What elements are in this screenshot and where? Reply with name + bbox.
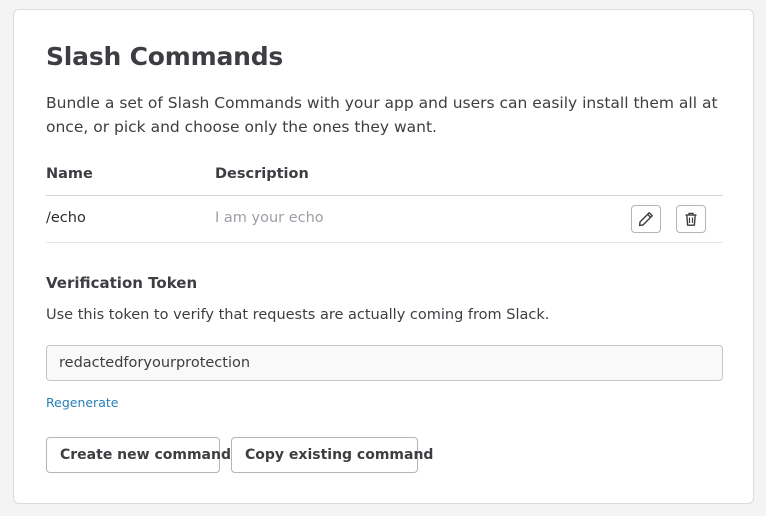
pencil-icon: [638, 211, 654, 227]
column-header-description: Description: [215, 166, 309, 182]
trash-icon: [683, 211, 699, 227]
table-header: Name Description: [46, 160, 723, 196]
delete-command-button[interactable]: [676, 205, 706, 233]
verification-token-title: Verification Token: [46, 274, 198, 292]
section-description: Bundle a set of Slash Commands with your…: [46, 94, 718, 136]
column-header-name: Name: [46, 166, 93, 182]
edit-command-button[interactable]: [631, 205, 661, 233]
command-description: I am your echo: [215, 210, 324, 226]
page-title: Slash Commands: [46, 42, 284, 71]
copy-existing-command-button[interactable]: Copy existing command: [231, 437, 433, 473]
commands-table: Name Description /echo I am your echo: [46, 160, 723, 243]
regenerate-link[interactable]: Regenerate: [46, 395, 118, 410]
verification-token-input[interactable]: [46, 345, 723, 381]
verification-token-help: Use this token to verify that requests a…: [46, 307, 550, 323]
table-row: /echo I am your echo: [46, 196, 723, 243]
create-new-command-button[interactable]: Create new command: [46, 437, 231, 473]
slash-commands-card: Slash Commands Bundle a set of Slash Com…: [13, 9, 754, 504]
command-name: /echo: [46, 210, 86, 226]
